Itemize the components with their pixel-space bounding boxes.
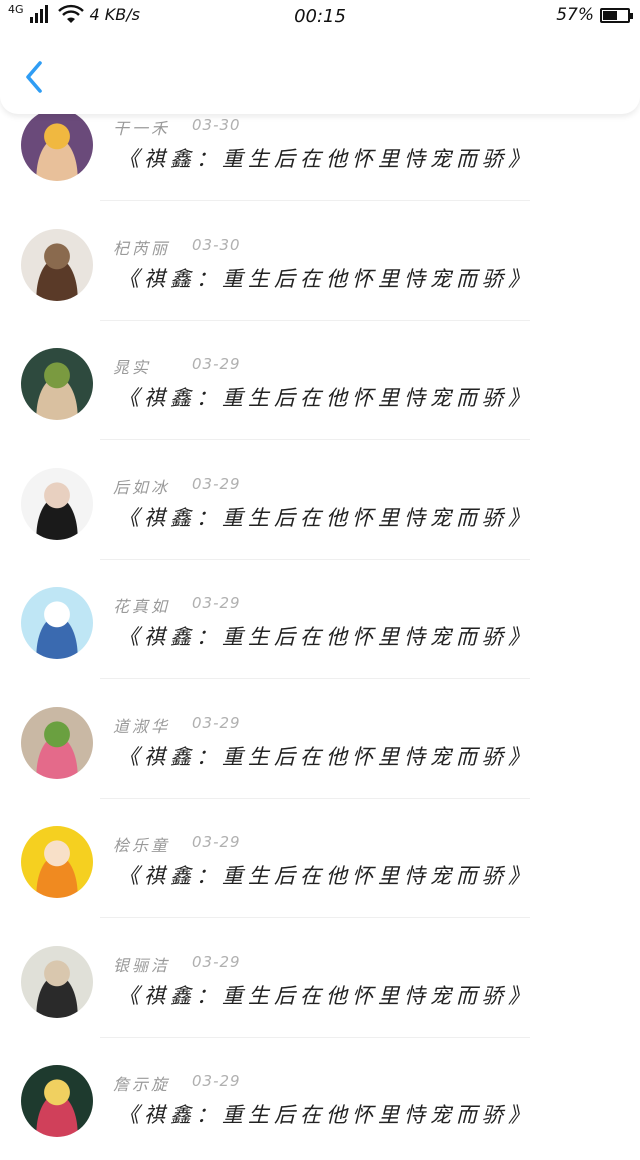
comment-text: 《祺鑫：重生后在他怀里恃宠而骄》 <box>118 625 534 649</box>
top-nav-bar <box>0 32 640 114</box>
comment-item[interactable]: 道淑华 03-29 《祺鑫：重生后在他怀里恃宠而骄》 <box>0 683 640 802</box>
comment-author[interactable]: 后如冰 <box>113 474 170 498</box>
comment-date: 03-30 <box>192 116 241 134</box>
comment-item[interactable]: 银骊洁 03-29 《祺鑫：重生后在他怀里恃宠而骄》 <box>0 922 640 1041</box>
comment-text: 《祺鑫：重生后在他怀里恃宠而骄》 <box>118 147 534 171</box>
comment-item[interactable]: 后如冰 03-29 《祺鑫：重生后在他怀里恃宠而骄》 <box>0 444 640 563</box>
divider <box>100 678 530 679</box>
comment-author[interactable]: 银骊洁 <box>113 952 170 976</box>
comment-text: 《祺鑫：重生后在他怀里恃宠而骄》 <box>118 983 534 1008</box>
comment-author[interactable]: 干一禾 <box>113 115 170 139</box>
chevron-left-icon[interactable] <box>18 60 52 94</box>
battery-percent: 57% <box>556 5 594 25</box>
battery-icon <box>600 7 633 23</box>
divider <box>100 1036 530 1038</box>
avatar[interactable] <box>21 587 93 659</box>
comment-item[interactable]: 花真如 03-29 《祺鑫：重生后在他怀里恃宠而骄》 <box>0 563 640 682</box>
avatar[interactable] <box>21 109 93 181</box>
comment-date: 03-29 <box>192 952 241 971</box>
divider <box>100 797 530 799</box>
comment-item[interactable]: 杞芮丽 03-30 《祺鑫：重生后在他怀里恃宠而骄》 <box>0 205 640 324</box>
comment-date: 03-29 <box>192 833 241 851</box>
divider <box>100 319 530 321</box>
comment-author[interactable]: 道淑华 <box>113 713 170 737</box>
status-time: 00:15 <box>294 6 346 27</box>
comment-date: 03-29 <box>192 1072 241 1090</box>
comment-text: 《祺鑫：重生后在他怀里恃宠而骄》 <box>118 505 534 530</box>
comment-text: 《祺鑫：重生后在他怀里恃宠而骄》 <box>118 266 534 291</box>
comment-author[interactable]: 花真如 <box>113 593 170 617</box>
battery-fill <box>603 10 617 20</box>
avatar[interactable] <box>21 826 93 898</box>
status-bar: 4G 4 KB/s 00:15 57% <box>0 0 640 32</box>
avatar[interactable] <box>21 1065 93 1137</box>
divider <box>100 558 530 560</box>
comment-author[interactable]: 晁实 <box>113 354 151 378</box>
comment-date: 03-29 <box>192 474 241 493</box>
comment-date: 03-29 <box>192 355 241 373</box>
avatar[interactable] <box>21 348 93 420</box>
avatar[interactable] <box>21 945 93 1018</box>
comment-text: 《祺鑫：重生后在他怀里恃宠而骄》 <box>118 744 534 769</box>
comment-item[interactable]: 桧乐童 03-29 《祺鑫：重生后在他怀里恃宠而骄》 <box>0 802 640 921</box>
comment-item[interactable]: 詹示旋 03-29 《祺鑫：重生后在他怀里恃宠而骄》 <box>0 1041 640 1160</box>
comment-text: 《祺鑫：重生后在他怀里恃宠而骄》 <box>118 1103 534 1127</box>
avatar[interactable] <box>21 228 93 301</box>
comment-date: 03-29 <box>192 713 241 732</box>
comment-author[interactable]: 桧乐童 <box>113 832 170 856</box>
divider <box>100 200 530 201</box>
status-right: 57% <box>556 5 633 25</box>
divider <box>100 439 530 440</box>
comment-text: 《祺鑫：重生后在他怀里恃宠而骄》 <box>118 386 534 410</box>
avatar[interactable] <box>21 706 93 779</box>
divider <box>100 917 530 918</box>
avatar[interactable] <box>21 467 93 540</box>
comment-text: 《祺鑫：重生后在他怀里恃宠而骄》 <box>118 864 534 888</box>
comment-author[interactable]: 杞芮丽 <box>113 235 170 259</box>
comment-item[interactable]: 晁实 03-29 《祺鑫：重生后在他怀里恃宠而骄》 <box>0 324 640 443</box>
comment-author[interactable]: 詹示旋 <box>113 1071 170 1095</box>
comment-date: 03-29 <box>192 594 241 612</box>
comment-date: 03-30 <box>192 235 241 254</box>
